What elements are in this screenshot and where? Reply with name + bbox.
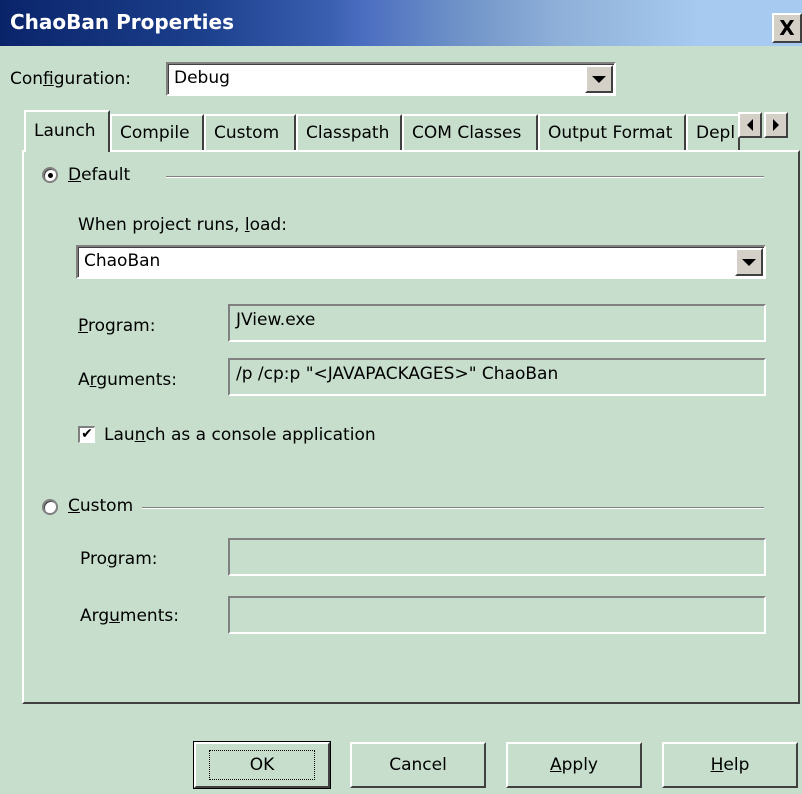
help-button-label: Help [710, 755, 750, 775]
help-button[interactable]: Help [662, 742, 798, 788]
tab-output-format[interactable]: Output Format [538, 114, 686, 150]
tab-scroll-left-button[interactable] [738, 112, 762, 138]
title-bar: ChaoBan Properties X [0, 0, 802, 46]
default-group-divider [166, 176, 764, 178]
console-app-label[interactable]: Launch as a console application [104, 425, 376, 445]
close-button[interactable]: X [772, 13, 802, 43]
checkmark-icon: ✔ [81, 426, 93, 442]
tab-scroll-right-button[interactable] [764, 112, 788, 138]
tab-deployment[interactable]: Depl [686, 114, 740, 150]
close-icon: X [779, 16, 795, 40]
window-title: ChaoBan Properties [10, 10, 234, 34]
program-label: Program: [78, 316, 156, 336]
custom-arguments-field [228, 596, 766, 634]
custom-radio[interactable] [42, 499, 58, 515]
chevron-down-icon [742, 258, 756, 266]
tab-custom[interactable]: Custom [204, 114, 296, 150]
when-project-runs-label: When project runs, load: [78, 215, 287, 235]
tab-com-classes[interactable]: COM Classes [402, 114, 538, 150]
custom-radio-label[interactable]: Custom [68, 496, 133, 516]
ok-button[interactable]: OK [193, 741, 331, 789]
tab-compile[interactable]: Compile [110, 114, 204, 150]
ok-button-label: OK [208, 750, 316, 780]
default-radio[interactable] [42, 167, 58, 183]
custom-group-divider [142, 507, 764, 509]
cancel-button-label: Cancel [389, 755, 447, 775]
arrow-left-icon [747, 119, 753, 131]
load-value: ChaoBan [84, 251, 161, 271]
arguments-label: Arguments: [78, 370, 177, 390]
arguments-value: /p /cp:p "<JAVAPACKAGES>" ChaoBan [236, 364, 559, 384]
configuration-value: Debug [174, 68, 230, 88]
load-select[interactable]: ChaoBan [76, 245, 766, 279]
arrow-right-icon [773, 119, 779, 131]
program-value: JView.exe [236, 310, 316, 330]
tab-strip: Launch Compile Custom Classpath COM Clas… [22, 110, 802, 152]
configuration-select[interactable]: Debug [166, 62, 616, 96]
arguments-field: /p /cp:p "<JAVAPACKAGES>" ChaoBan [228, 358, 766, 396]
custom-program-field [228, 538, 766, 576]
custom-arguments-label: Arguments: [80, 606, 179, 626]
apply-button-label: Apply [549, 755, 598, 775]
configuration-dropdown-button[interactable] [585, 65, 613, 93]
console-app-checkbox[interactable]: ✔ [78, 426, 95, 443]
custom-program-label: Program: [80, 549, 158, 569]
configuration-label: Configuration: [10, 69, 132, 89]
program-field: JView.exe [228, 304, 766, 342]
default-radio-label[interactable]: Default [68, 165, 130, 185]
radio-selected-dot [48, 173, 53, 178]
tab-launch[interactable]: Launch [24, 110, 110, 152]
apply-button[interactable]: Apply [506, 742, 642, 788]
load-dropdown-button[interactable] [735, 248, 763, 276]
cancel-button[interactable]: Cancel [350, 742, 486, 788]
chevron-down-icon [592, 75, 606, 83]
tab-classpath[interactable]: Classpath [296, 114, 402, 150]
